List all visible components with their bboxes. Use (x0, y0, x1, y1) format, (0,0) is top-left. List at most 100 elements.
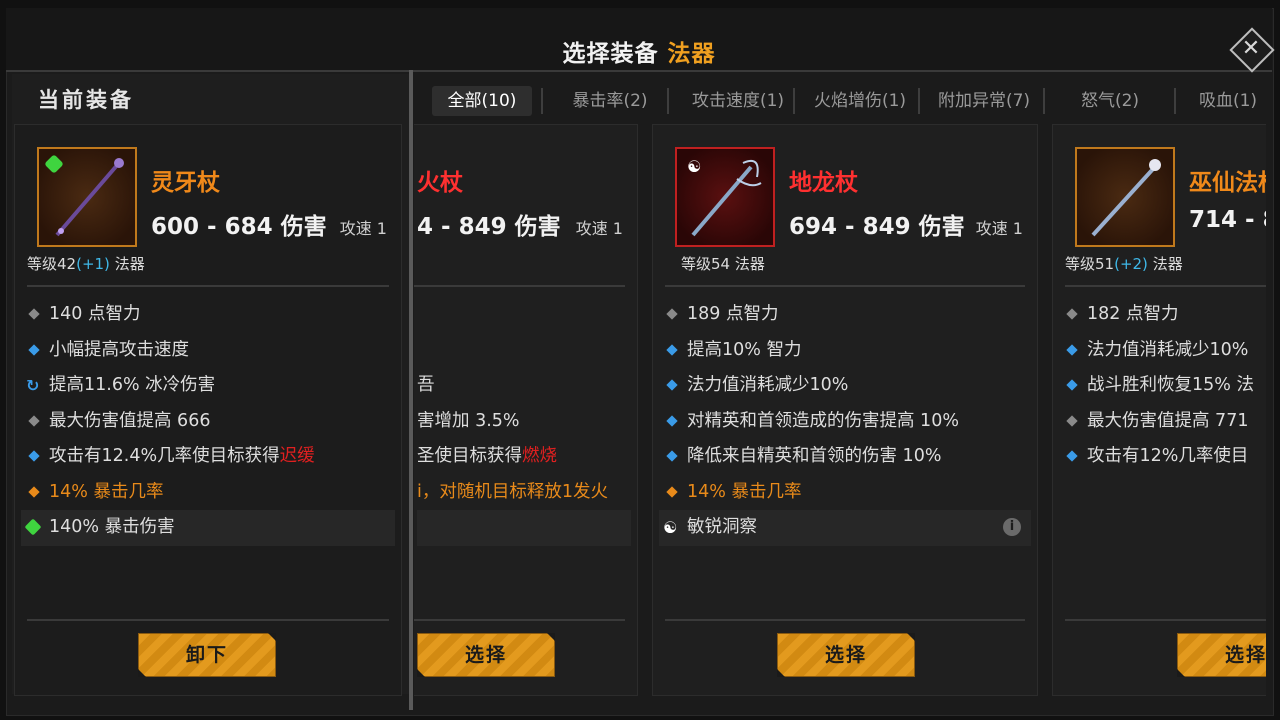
orb-icon (1149, 159, 1161, 171)
tab-extra-effects[interactable]: 附加异常(7) (926, 86, 1042, 116)
stat-row (417, 510, 631, 546)
stat-text: 敏锐洞察 (687, 517, 757, 537)
item-name: 地龙杖 (789, 170, 858, 196)
title-accent: 法器 (667, 41, 716, 67)
tab-lifesteal[interactable]: 吸血(1) (1188, 86, 1268, 116)
tab-separator (1174, 88, 1176, 114)
blue-diamond-icon (1066, 450, 1078, 462)
stat-row (417, 297, 631, 333)
stat-row: 小幅提高攻击速度 (21, 333, 395, 369)
item-name: 灵牙杖 (151, 170, 220, 196)
filter-tabs: 全部(10) 暴击率(2) 攻击速度(1) 火焰增伤(1) 附加异常(7) 怒气… (414, 80, 1272, 118)
tab-separator (918, 88, 920, 114)
stat-text: 140 点智力 (49, 304, 141, 324)
item-name: 火杖 (417, 170, 463, 196)
stat-row (417, 333, 631, 369)
stat-row: i，对随机目标释放1发火 (417, 475, 631, 511)
level-plus: (+1) (76, 255, 110, 273)
yin-yang-icon: ☯ (663, 518, 678, 537)
stat-text: 战斗胜利恢复15% 法 (1087, 375, 1254, 395)
blue-diamond-icon (28, 450, 40, 462)
panel-divider (409, 70, 413, 710)
stat-row: 降低来自精英和首领的伤害 10% (659, 439, 1031, 475)
separator (414, 285, 625, 287)
stat-list: 140 点智力 小幅提高攻击速度 ↻ 提高11.6% 冰冷伤害 最大伤害值提高 6… (21, 297, 395, 546)
info-icon[interactable]: i (1003, 518, 1021, 536)
select-button[interactable]: 选择 (417, 633, 555, 677)
grey-diamond-icon (1066, 414, 1078, 427)
stat-text: 圣使目标获得 (417, 446, 522, 466)
item-card[interactable]: ☯ 地龙杖 694 - 849 伤害 攻速 1 等级54 法器 189 点智力 … (652, 124, 1038, 696)
separator (665, 619, 1025, 621)
tab-crit-rate[interactable]: 暴击率(2) (554, 86, 666, 116)
stat-row: 战斗胜利恢复15% 法 (1059, 368, 1266, 404)
stat-list: 189 点智力 提高10% 智力 法力值消耗减少10% 对精英和首领造成的伤害提… (659, 297, 1031, 546)
stat-text: 对精英和首领造成的伤害提高 10% (687, 410, 959, 431)
stat-row: 189 点智力 (659, 297, 1031, 333)
grey-diamond-icon (28, 308, 40, 320)
item-level: 等级54 法器 (681, 255, 765, 273)
separator (1065, 619, 1266, 621)
current-equipment-title: 当前装备 (38, 88, 134, 112)
stat-row: 140% 暴击伤害 (21, 510, 395, 546)
item-damage: 694 - 849 伤害 (789, 214, 965, 240)
item-card[interactable]: 巫仙法杖 714 - 8 等级51(+2) 法器 182 点智力 法力值消耗减少… (1052, 124, 1266, 696)
stat-list: 吾 害增加 3.5% 圣使目标获得燃烧 i，对随机目标释放1发火 (417, 297, 631, 546)
tab-separator (793, 88, 795, 114)
stat-row: 对精英和首领造成的伤害提高 10% (659, 404, 1031, 440)
blue-diamond-icon (666, 379, 678, 391)
tab-attack-speed[interactable]: 攻击速度(1) (676, 86, 800, 116)
stat-text: i，对随机目标释放1发火 (417, 481, 608, 502)
title-text: 选择装备 (562, 41, 659, 67)
stat-text: 吾 (417, 375, 435, 395)
item-damage: 714 - 8 (1189, 207, 1266, 233)
tab-separator (541, 88, 543, 114)
gem-icon (24, 518, 42, 536)
grey-diamond-icon (666, 308, 678, 320)
stat-row: ↻ 提高11.6% 冰冷伤害 (21, 368, 395, 404)
item-level: 等级42(+1) 法器 (27, 253, 145, 274)
unequip-button[interactable]: 卸下 (138, 633, 276, 677)
stat-row: 最大伤害值提高 666 (21, 404, 395, 440)
tab-fire-damage[interactable]: 火焰增伤(1) (798, 86, 922, 116)
stat-text: 攻击有12.4%几率使目标获得 (49, 446, 280, 466)
select-button[interactable]: 选择 (777, 633, 915, 677)
tab-separator (1043, 88, 1045, 114)
stat-row: 最大伤害值提高 771 (1059, 404, 1266, 440)
level-prefix: 等级42 (27, 255, 77, 273)
grey-diamond-icon (28, 414, 40, 427)
stat-text: 14% 暴击几率 (49, 481, 164, 502)
stat-row: 提高10% 智力 (659, 333, 1031, 369)
select-button[interactable]: 选择 (1177, 633, 1266, 677)
page-title: 选择装备 法器 (6, 34, 1272, 68)
grey-diamond-icon (1066, 308, 1078, 320)
orange-diamond-icon (666, 485, 678, 498)
close-icon: ✕ (1241, 36, 1261, 61)
item-icon (1075, 147, 1175, 247)
stat-text: 189 点智力 (687, 304, 779, 324)
separator (27, 285, 389, 287)
close-button[interactable]: ✕ (1228, 26, 1275, 73)
level-suffix: 法器 (109, 255, 145, 273)
tab-all[interactable]: 全部(10) (432, 86, 532, 116)
stat-row: 吾 (417, 368, 631, 404)
stat-text: 提高10% 智力 (687, 339, 802, 360)
stat-keyword: 迟缓 (279, 446, 315, 466)
stat-text: 最大伤害值提高 771 (1087, 410, 1249, 431)
cycle-icon: ↻ (26, 376, 40, 395)
stat-row: 140 点智力 (21, 297, 395, 333)
stat-text: 提高11.6% 冰冷伤害 (49, 375, 216, 395)
item-speed: 攻速 1 (575, 219, 623, 238)
stat-text: 最大伤害值提高 666 (49, 410, 211, 431)
stat-text: 小幅提高攻击速度 (49, 339, 189, 360)
stat-text: 攻击有12%几率使目 (1087, 446, 1249, 466)
stat-row: 14% 暴击几率 (659, 475, 1031, 511)
yin-yang-icon: ☯ (687, 157, 702, 176)
separator (414, 619, 625, 621)
item-card[interactable]: 火杖 4 - 849 伤害 攻速 1 吾 害增加 3.5% 圣使目标获得燃烧 i… (414, 124, 638, 696)
item-cards-scroll[interactable]: 火杖 4 - 849 伤害 攻速 1 吾 害增加 3.5% 圣使目标获得燃烧 i… (414, 124, 1266, 699)
tab-rage[interactable]: 怒气(2) (1056, 86, 1164, 116)
blue-diamond-icon (666, 414, 678, 427)
stat-row: 法力值消耗减少10% (1059, 333, 1266, 369)
item-icon (37, 147, 137, 247)
